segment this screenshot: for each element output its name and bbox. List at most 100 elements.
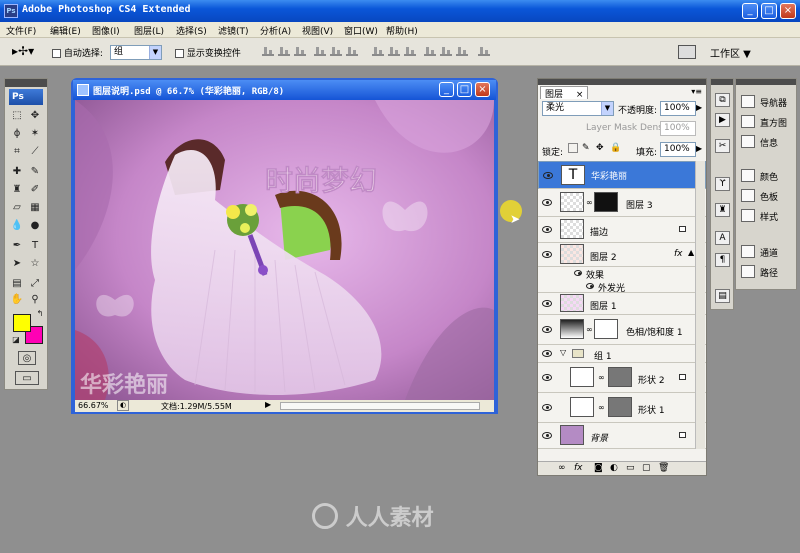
layer-row-background[interactable]: 背景 xyxy=(538,423,706,449)
panel-menu-icon[interactable]: ▾≡ xyxy=(691,87,702,96)
channels-panel[interactable]: 通道 xyxy=(739,243,795,261)
lock-image-icon[interactable]: ✎ xyxy=(582,143,590,153)
menu-image[interactable]: 图像(I) xyxy=(92,24,120,37)
blur-tool-icon[interactable]: 💧 xyxy=(9,219,25,233)
bridge-icon[interactable] xyxy=(678,45,696,59)
horizontal-scrollbar[interactable] xyxy=(280,402,480,410)
default-colors-icon[interactable]: ◪ xyxy=(8,333,24,347)
eye-icon[interactable] xyxy=(542,300,552,307)
menu-analysis[interactable]: 分析(A) xyxy=(260,24,291,37)
paragraph-panel-icon[interactable]: ¶ xyxy=(715,253,730,267)
eyedropper-tool-icon[interactable]: ⟋ xyxy=(27,145,43,159)
layer-row-layer1[interactable]: 图层 1 xyxy=(538,293,706,315)
menu-help[interactable]: 帮助(H) xyxy=(386,24,418,37)
history-panel-icon[interactable]: ⧉ xyxy=(715,93,730,107)
auto-select-checkbox[interactable]: 自动选择: xyxy=(52,46,103,59)
move-tool-preset-icon[interactable]: ▸✢▾ xyxy=(12,44,34,58)
show-transform-checkbox[interactable]: 显示变换控件 xyxy=(175,46,241,59)
blend-mode-dropdown[interactable]: 柔光 ▼ xyxy=(542,101,614,116)
dodge-tool-icon[interactable]: ● xyxy=(27,219,43,233)
clone-source-icon[interactable]: ♜ xyxy=(715,203,730,217)
minimize-button[interactable]: _ xyxy=(742,3,758,19)
link-icon[interactable]: ∞ xyxy=(598,373,605,382)
layer-row-adjustment[interactable]: ∞ 色相/饱和度 1 xyxy=(538,315,706,345)
swap-colors-icon[interactable]: ↰ xyxy=(32,307,48,321)
gradient-tool-icon[interactable]: ▦ xyxy=(27,201,43,215)
hand-tool-icon[interactable]: ✋ xyxy=(9,293,25,307)
screen-mode-icon[interactable]: ▭ xyxy=(15,371,39,385)
layer-row-text[interactable]: T 华彩艳丽 xyxy=(538,161,706,189)
character-panel-icon[interactable]: A xyxy=(715,231,730,245)
histogram-panel[interactable]: 直方图 xyxy=(739,113,795,131)
layer-row-masked[interactable]: ∞ 图层 3 xyxy=(538,189,706,217)
maximize-button[interactable]: □ xyxy=(761,3,777,19)
layer-row-fx[interactable]: 图层 2 fx ▲ xyxy=(538,243,706,267)
close-button[interactable]: × xyxy=(780,3,796,19)
paths-panel[interactable]: 路径 xyxy=(739,263,795,281)
add-style-icon[interactable]: fx xyxy=(574,463,583,473)
align-left-icon[interactable] xyxy=(314,46,326,56)
dock-header[interactable] xyxy=(736,79,796,85)
link-icon[interactable]: ∞ xyxy=(586,198,593,207)
layer-row-shape2[interactable]: ∞ 形状 2 xyxy=(538,363,706,393)
brushes-panel-icon[interactable]: ϒ xyxy=(715,177,730,191)
eye-icon[interactable] xyxy=(542,432,552,439)
align-right-icon[interactable] xyxy=(346,46,358,56)
styles-panel[interactable]: 样式 xyxy=(739,207,795,225)
eye-icon[interactable] xyxy=(542,350,552,357)
tools-panel-header[interactable] xyxy=(5,79,47,87)
align-top-icon[interactable] xyxy=(262,46,274,56)
link-icon[interactable]: ∞ xyxy=(586,325,593,334)
3d-rotate-tool-icon[interactable]: ⤢ xyxy=(27,277,43,291)
healing-brush-tool-icon[interactable]: ✚ xyxy=(9,165,25,179)
distribute-top-icon[interactable] xyxy=(372,46,384,56)
type-tool-icon[interactable]: T xyxy=(27,239,43,253)
delete-layer-icon[interactable]: 🗑 xyxy=(658,463,669,473)
status-arrow-icon[interactable]: ▶ xyxy=(265,400,271,409)
distribute-left-icon[interactable] xyxy=(424,46,436,56)
tool-presets-icon[interactable]: ✂ xyxy=(715,139,730,153)
eye-icon[interactable] xyxy=(542,199,552,206)
lock-transparent-icon[interactable] xyxy=(568,143,578,153)
menu-edit[interactable]: 编辑(E) xyxy=(50,24,81,37)
fill-input[interactable]: 100% xyxy=(660,142,696,157)
layer-row-stroke[interactable]: 描边 xyxy=(538,217,706,243)
menu-layer[interactable]: 图层(L) xyxy=(134,24,164,37)
move-tool-icon[interactable]: ✥ xyxy=(27,109,43,123)
eye-icon[interactable] xyxy=(574,270,582,276)
menu-window[interactable]: 窗口(W) xyxy=(344,24,378,37)
new-layer-icon[interactable]: ▢ xyxy=(642,463,651,473)
link-icon[interactable]: ∞ xyxy=(598,403,605,412)
menu-view[interactable]: 视图(V) xyxy=(302,24,333,37)
shape-tool-icon[interactable]: ☆ xyxy=(27,257,43,271)
distribute-right-icon[interactable] xyxy=(456,46,468,56)
quick-mask-icon[interactable]: ◎ xyxy=(18,351,36,365)
close-icon[interactable]: × xyxy=(576,90,584,100)
strip-header[interactable] xyxy=(711,79,733,85)
layers-panel-header[interactable] xyxy=(538,79,706,85)
path-selection-tool-icon[interactable]: ➤ xyxy=(9,257,25,271)
lock-all-icon[interactable]: 🔒 xyxy=(610,143,621,153)
status-menu-icon[interactable]: ◐ xyxy=(117,400,129,411)
clone-stamp-tool-icon[interactable]: ♜ xyxy=(9,183,25,197)
eye-icon[interactable] xyxy=(586,283,594,289)
notes-tool-icon[interactable]: ▤ xyxy=(9,277,25,291)
pen-tool-icon[interactable]: ✒ xyxy=(9,239,25,253)
swatches-panel[interactable]: 色板 xyxy=(739,187,795,205)
actions-panel-icon[interactable]: ▶ xyxy=(715,113,730,127)
lasso-tool-icon[interactable]: ϕ xyxy=(9,127,25,141)
marquee-tool-icon[interactable]: ⬚ xyxy=(9,109,25,123)
brush-tool-icon[interactable]: ✎ xyxy=(27,165,43,179)
doc-minimize-button[interactable]: _ xyxy=(439,82,454,97)
eraser-tool-icon[interactable]: ▱ xyxy=(9,201,25,215)
color-panel[interactable]: 颜色 xyxy=(739,167,795,185)
align-hcenter-icon[interactable] xyxy=(330,46,342,56)
distribute-vcenter-icon[interactable] xyxy=(388,46,400,56)
menu-filter[interactable]: 滤镜(T) xyxy=(218,24,249,37)
new-group-icon[interactable]: ▭ xyxy=(626,463,635,473)
eye-icon[interactable] xyxy=(542,374,552,381)
layer-row-shape1[interactable]: ∞ 形状 1 xyxy=(538,393,706,423)
fx-icon[interactable]: fx xyxy=(674,249,683,259)
collapse-effects-icon[interactable]: ▲ xyxy=(688,248,694,257)
magic-wand-tool-icon[interactable]: ✶ xyxy=(27,127,43,141)
